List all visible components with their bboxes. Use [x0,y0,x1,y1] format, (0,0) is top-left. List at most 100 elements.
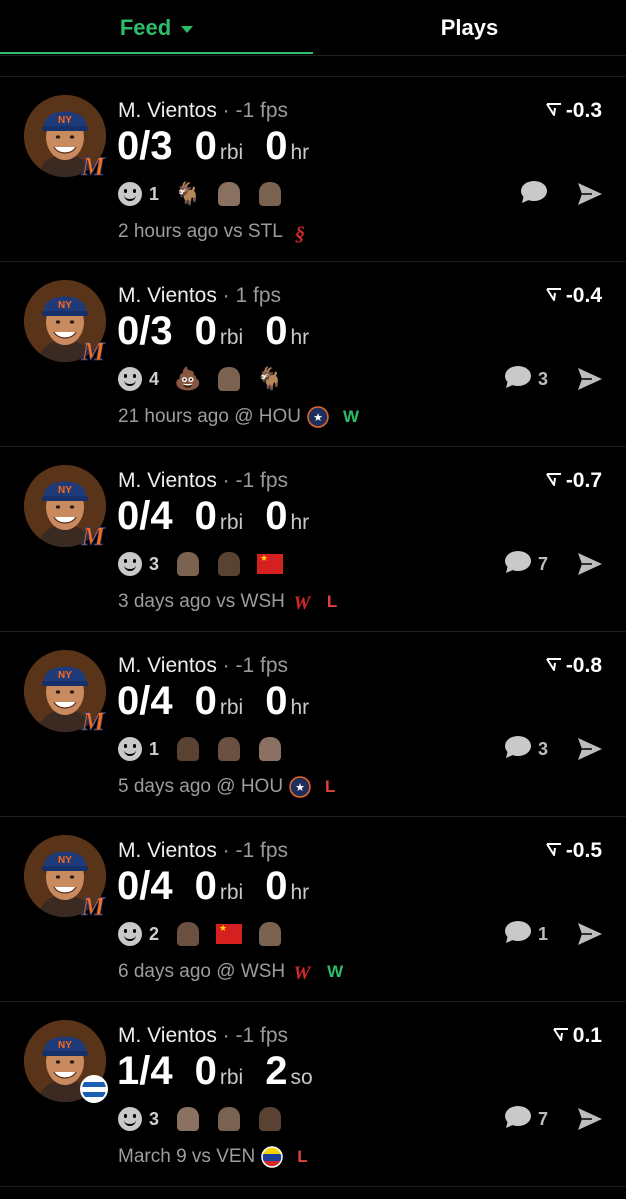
stat3-unit: hr [290,141,310,164]
volatility-icon [545,656,562,676]
share-icon[interactable] [576,181,604,207]
comment-icon [504,550,532,579]
comment-button[interactable] [520,180,548,209]
stat3-unit: hr [290,696,310,719]
game-time: 6 days ago [118,961,211,982]
face-emoji [257,736,283,762]
game-venue: @ HOU [216,776,284,797]
player-line: M. Vientos · -1 fps [118,99,288,123]
volatility-icon [545,841,562,861]
tab-feed[interactable]: Feed [0,0,313,56]
volatility-icon [552,1026,569,1046]
comment-button[interactable]: 3 [504,735,548,764]
svg-text:W: W [293,593,311,613]
share-icon[interactable] [576,366,604,392]
feed-card[interactable]: NY M M. Vientos · -1 fps -0.3 0/3 0 rbi 0… [0,77,626,262]
comment-button[interactable]: 1 [504,920,548,949]
game-time: 21 hours ago [118,406,229,427]
reaction-count: 1 [149,183,160,204]
comment-icon [504,735,532,764]
comment-count: 7 [537,553,548,574]
game-meta: 21 hours ago @ HOU ★ W [118,406,359,428]
player-line: M. Vientos · 1 fps [118,284,281,308]
share-icon[interactable] [576,551,604,577]
smile-reaction-icon[interactable] [118,922,142,946]
tab-plays[interactable]: Plays [313,0,626,56]
svg-text:M: M [80,892,105,919]
reaction-count: 3 [149,1108,160,1129]
separator-dot: · [216,284,236,307]
smile-reaction-icon[interactable] [118,182,142,206]
comment-button[interactable]: 7 [504,550,548,579]
comment-icon [504,920,532,949]
stat-line: 0/3 0 rbi 0 hr [117,309,331,355]
game-time: 3 days ago [118,591,211,612]
share-icon[interactable] [576,1106,604,1132]
reactions-row: 4 💩 🐐 [118,366,298,392]
game-time: March 9 [118,1146,187,1167]
stat2-value: 0 [194,309,217,353]
reactions-row: 1 🐐 [118,181,298,207]
feed-card[interactable]: NY M M. Vientos · -1 fps -0.8 0/4 0 rbi 0… [0,632,626,817]
player-name[interactable]: M. Vientos [118,284,217,307]
stat2-unit: rbi [219,1066,244,1089]
player-name[interactable]: M. Vientos [118,839,217,862]
player-name[interactable]: M. Vientos [118,654,217,677]
comment-button[interactable]: 7 [504,1105,548,1132]
svg-text:NY: NY [58,1040,72,1051]
separator-dot: · [216,654,236,677]
comment-icon [520,180,548,209]
player-line: M. Vientos · -1 fps [118,654,288,678]
volatility-icon [545,286,562,306]
china-flag-emoji [216,921,243,947]
game-time: 5 days ago [118,776,211,797]
separator-dot: · [216,99,236,122]
svg-text:NY: NY [58,300,72,311]
smile-reaction-icon[interactable] [118,367,142,391]
cardinals-logo-icon: § [289,221,311,243]
face-emoji [175,551,201,577]
svg-text:§: § [295,223,305,243]
stat2-value: 0 [194,679,217,723]
score-value: -0.7 [565,469,602,492]
face-emoji [216,551,242,577]
feed-card[interactable]: NY M M. Vientos · 1 fps -0.4 0/3 0 rbi 0h… [0,262,626,447]
game-venue: vs STL [223,221,283,242]
feed-card[interactable]: NY M. Vientos · -1 fps 0.1 1/4 0 rbi 2 so … [0,1002,626,1187]
stat2-value: 0 [194,864,217,908]
player-name[interactable]: M. Vientos [118,99,217,122]
game-meta: 5 days ago @ HOU ★ L [118,776,335,798]
comment-button[interactable]: 3 [504,365,548,392]
separator-dot: · [216,839,236,862]
hits-value: 0/3 [117,309,173,353]
fps-value: -1 fps [235,654,289,677]
face-emoji [175,736,201,762]
game-venue: vs WSH [216,591,285,612]
smile-reaction-icon[interactable] [118,737,142,761]
feed-card[interactable]: NY M M. Vientos · -1 fps -0.7 0/4 0 rbi 0… [0,447,626,632]
share-icon[interactable] [576,921,604,947]
smile-reaction-icon[interactable] [118,552,142,576]
face-emoji [216,181,242,207]
score-value: -0.3 [565,99,602,122]
svg-text:M: M [80,522,105,549]
svg-text:NY: NY [58,115,72,126]
game-time: 2 hours ago [118,221,219,242]
score-value: -0.8 [565,654,602,677]
game-result-badge: W [343,407,360,426]
smile-reaction-icon[interactable] [118,1107,142,1131]
player-name[interactable]: M. Vientos [118,469,217,492]
svg-text:NY: NY [58,485,72,496]
reactions-row: 3 [118,551,298,577]
face-emoji [175,1106,201,1132]
game-venue: @ HOU [234,406,301,427]
feed-card[interactable]: NY M M. Vientos · -1 fps -0.5 0/4 0 rbi 0… [0,817,626,1002]
volatility-icon [545,471,562,491]
stat-line: 0/4 0 rbi 0 hr [117,679,331,725]
hits-value: 0/4 [117,864,173,908]
goat-emoji: 🐐 [256,366,284,391]
svg-text:W: W [294,963,312,983]
player-name[interactable]: M. Vientos [118,1024,217,1047]
share-icon[interactable] [576,736,604,762]
mets-logo-icon: M [80,704,106,734]
